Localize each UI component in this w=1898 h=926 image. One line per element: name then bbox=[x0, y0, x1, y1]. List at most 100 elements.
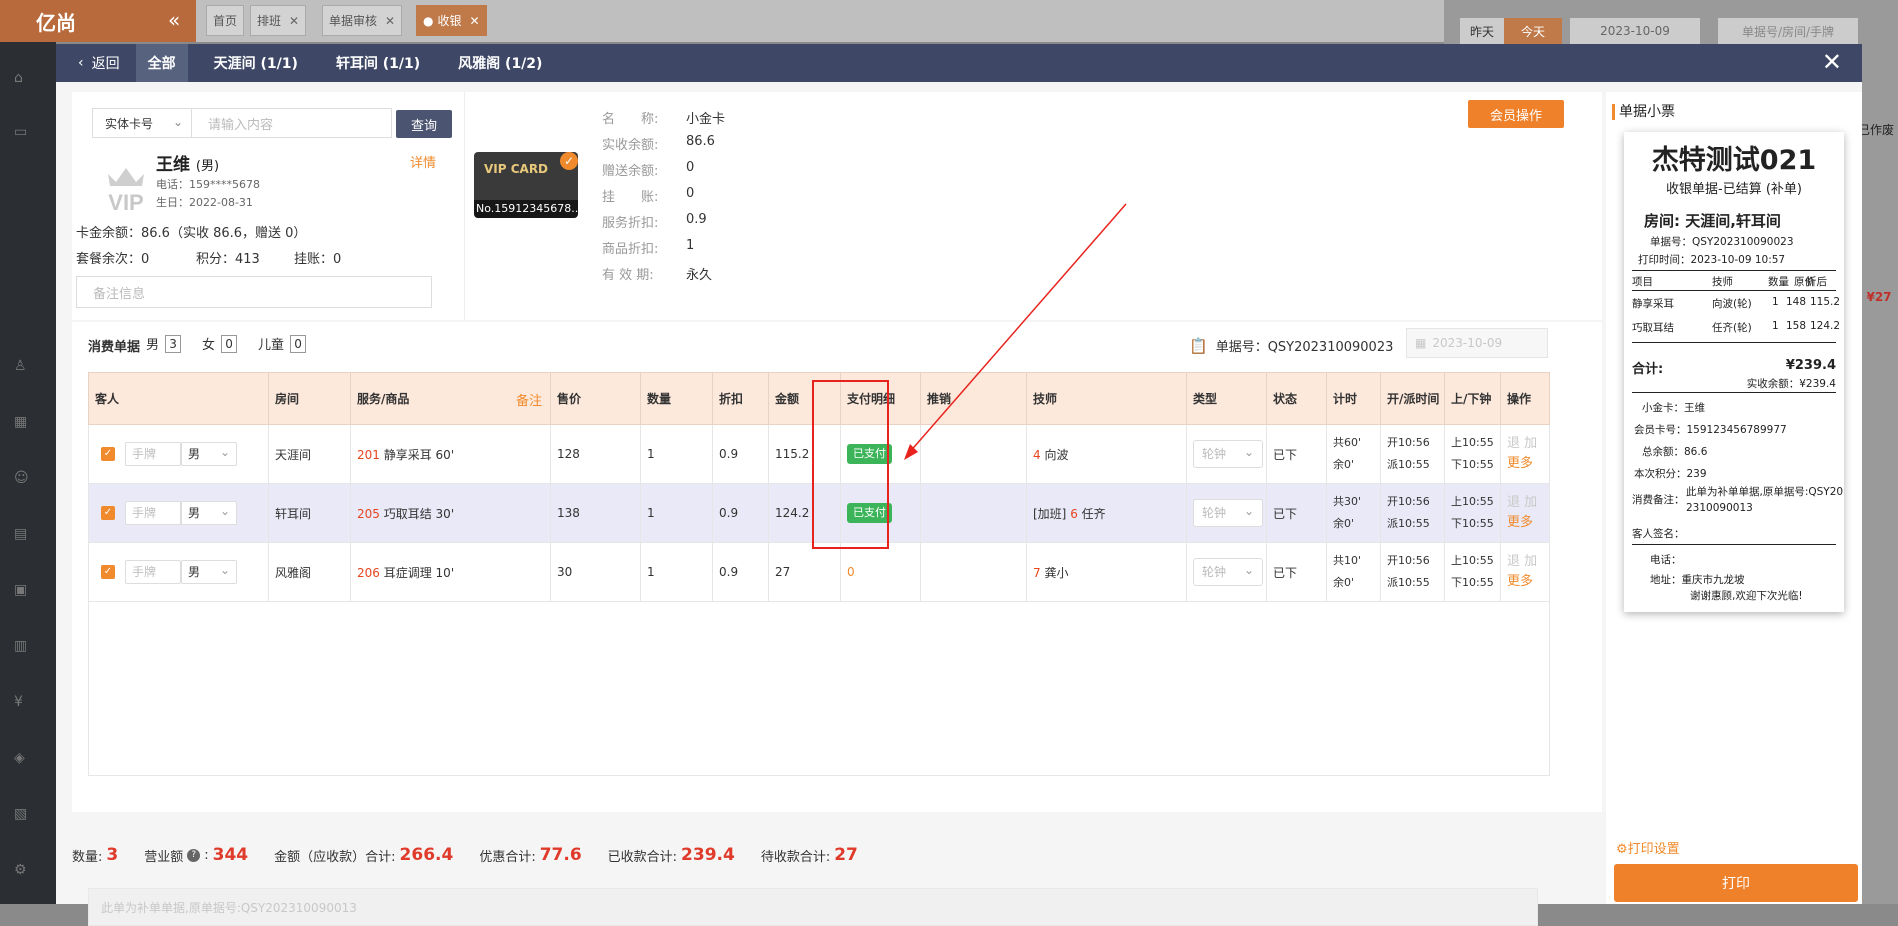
member-card-area: 实体卡号 ⌄ 请输入内容 查询 VIP 王维 (男) 详情 电话：159****5… bbox=[72, 92, 1602, 320]
label: 地址： bbox=[1650, 574, 1682, 586]
add-button[interactable]: 加 bbox=[1524, 554, 1537, 569]
bg-tab-audit[interactable]: 单据审核 ✕ bbox=[322, 5, 403, 36]
field-value: 1 bbox=[686, 238, 695, 253]
more-button[interactable]: 更多 bbox=[1507, 454, 1549, 474]
print-button[interactable]: 打印 bbox=[1614, 864, 1858, 902]
total-value: ¥239.4 bbox=[1785, 358, 1836, 373]
clock-on: 上10:55 bbox=[1451, 436, 1494, 449]
guest-sign: 客人签名： bbox=[1632, 528, 1685, 540]
stock-icon[interactable]: ▣ bbox=[14, 582, 27, 598]
home-icon[interactable]: ⌂ bbox=[14, 70, 23, 86]
refund-button[interactable]: 退 bbox=[1507, 495, 1520, 510]
bar-icon[interactable]: ▤ bbox=[14, 526, 27, 542]
member-op-button[interactable]: 会员操作 bbox=[1468, 100, 1564, 128]
gender-select[interactable]: 男 bbox=[181, 500, 237, 525]
bg-yesterday-button[interactable]: 昨天 bbox=[1460, 18, 1504, 44]
more-button[interactable]: 更多 bbox=[1507, 513, 1549, 533]
receipt-bill-no: 单据号：QSY202310090023 bbox=[1650, 236, 1794, 248]
type-select[interactable]: 轮钟 bbox=[1193, 439, 1263, 468]
close-icon[interactable]: ✕ bbox=[470, 14, 480, 28]
add-button[interactable]: 加 bbox=[1524, 436, 1537, 451]
add-button[interactable]: 加 bbox=[1524, 495, 1537, 510]
gender-select[interactable]: 男 bbox=[181, 559, 237, 584]
refund-button[interactable]: 退 bbox=[1507, 554, 1520, 569]
help-icon[interactable]: ? bbox=[187, 848, 201, 862]
vip-card-image[interactable]: VIP CARD ✓ No.15912345678... bbox=[474, 152, 578, 218]
date-input[interactable]: ▦ 2023-10-09 bbox=[1406, 328, 1548, 358]
col-label: 技师 bbox=[1712, 276, 1733, 288]
print-settings-link[interactable]: ⚙打印设置 bbox=[1616, 838, 1680, 857]
remark-input[interactable]: 备注信息 bbox=[76, 276, 432, 308]
shop-name: 杰特测试021 bbox=[1651, 145, 1817, 176]
query-button[interactable]: 查询 bbox=[396, 110, 452, 138]
col-timer: 计时 bbox=[1326, 372, 1381, 425]
tech-number: 7 bbox=[1033, 565, 1041, 580]
remark-link[interactable]: 备注 bbox=[516, 390, 542, 409]
count-box[interactable]: 0 bbox=[290, 334, 307, 353]
count-box[interactable]: 3 bbox=[165, 334, 182, 353]
discount-cell: 0.9 bbox=[712, 483, 769, 543]
total-label: 合计: bbox=[1632, 362, 1664, 377]
back-button[interactable]: ‹ 返回 bbox=[56, 44, 136, 82]
price-cell: 138 bbox=[550, 483, 641, 543]
bill-icon[interactable]: ▥ bbox=[14, 638, 27, 654]
tab-room-1[interactable]: 天涯间 (1/1) bbox=[202, 44, 310, 82]
close-icon[interactable]: ✕ bbox=[1822, 49, 1842, 75]
field-value: 86.6 bbox=[686, 134, 715, 149]
room-cell: 天涯间 bbox=[268, 424, 351, 484]
search-input[interactable]: 请输入内容 bbox=[192, 108, 392, 138]
hand-tag-input[interactable]: 手牌 bbox=[125, 501, 181, 525]
refund-button[interactable]: 退 bbox=[1507, 436, 1520, 451]
tel-label: 电话： bbox=[1650, 554, 1682, 566]
bg-today-button[interactable]: 今天 bbox=[1504, 18, 1562, 44]
desk-icon[interactable]: ▭ bbox=[14, 124, 27, 140]
close-icon[interactable]: ✕ bbox=[385, 14, 395, 28]
detail-link[interactable]: 详情 bbox=[410, 152, 436, 171]
amount-total-label: 金额（应收款）合计: bbox=[274, 849, 396, 865]
payment-value[interactable]: 0 bbox=[847, 565, 855, 579]
row-checkbox[interactable]: ✓ bbox=[101, 565, 115, 579]
bg-tab-schedule[interactable]: 排班 ✕ bbox=[250, 5, 307, 36]
tab-room-3[interactable]: 风雅阁 (1/2) bbox=[446, 44, 554, 82]
bg-search-input[interactable]: 单据号/房间/手牌 bbox=[1718, 18, 1858, 44]
card-label: 小金卡：王维 bbox=[1642, 400, 1705, 415]
type-select[interactable]: 轮钟 bbox=[1193, 498, 1263, 527]
close-icon[interactable]: ✕ bbox=[289, 14, 299, 28]
price-cell: 128 bbox=[550, 424, 641, 484]
service-cell: 206 耳症调理 10' bbox=[350, 542, 551, 602]
revenue-colon: : bbox=[204, 847, 209, 863]
hand-tag-input[interactable]: 手牌 bbox=[125, 442, 181, 466]
user-icon[interactable]: ♙ bbox=[14, 358, 27, 374]
card-type-select[interactable]: 实体卡号 ⌄ bbox=[92, 108, 192, 138]
chain-icon[interactable]: ◈ bbox=[14, 750, 25, 766]
tab-room-2[interactable]: 轩耳间 (1/1) bbox=[324, 44, 432, 82]
type-select[interactable]: 轮钟 bbox=[1193, 557, 1263, 586]
hand-tag-input[interactable]: 手牌 bbox=[125, 560, 181, 584]
receipt-ticket: 杰特测试021 收银单据-已结算 (补单) 房间: 天涯间,轩耳间 单据号：QS… bbox=[1624, 132, 1844, 612]
calendar-icon[interactable]: ▦ bbox=[14, 414, 27, 430]
base-icon[interactable]: ▧ bbox=[14, 806, 27, 822]
divider bbox=[1632, 544, 1836, 545]
bg-tab-home[interactable]: 首页 bbox=[206, 5, 245, 36]
bill-note[interactable]: 此单为补单单据,原单据号:QSY202310090013 bbox=[88, 888, 1538, 926]
row-checkbox[interactable]: ✓ bbox=[101, 506, 115, 520]
type-cell: 轮钟 bbox=[1186, 424, 1267, 484]
more-button[interactable]: 更多 bbox=[1507, 572, 1549, 592]
bg-tab-cashier[interactable]: ● 收银 ✕ bbox=[416, 5, 487, 36]
gender-select[interactable]: 男 bbox=[181, 441, 237, 466]
finance-icon[interactable]: ¥ bbox=[14, 694, 23, 710]
system-icon[interactable]: ⚙ bbox=[14, 862, 27, 878]
tab-all[interactable]: 全部 bbox=[135, 44, 188, 82]
col-clock: 上/下钟 bbox=[1444, 372, 1501, 425]
label: 会员卡号： bbox=[1634, 424, 1687, 436]
member-icon[interactable]: ☺ bbox=[14, 470, 29, 486]
field-value: 小金卡 bbox=[686, 112, 726, 127]
item-price: 158 bbox=[1786, 320, 1807, 332]
bg-date-input[interactable]: 2023-10-09 bbox=[1570, 18, 1700, 44]
clock-off: 下10:55 bbox=[1451, 458, 1494, 471]
col-status: 状态 bbox=[1266, 372, 1327, 425]
row-checkbox[interactable]: ✓ bbox=[101, 447, 115, 461]
collapse-icon[interactable]: « bbox=[168, 8, 180, 32]
divider bbox=[1632, 392, 1836, 393]
count-box[interactable]: 0 bbox=[221, 334, 238, 353]
